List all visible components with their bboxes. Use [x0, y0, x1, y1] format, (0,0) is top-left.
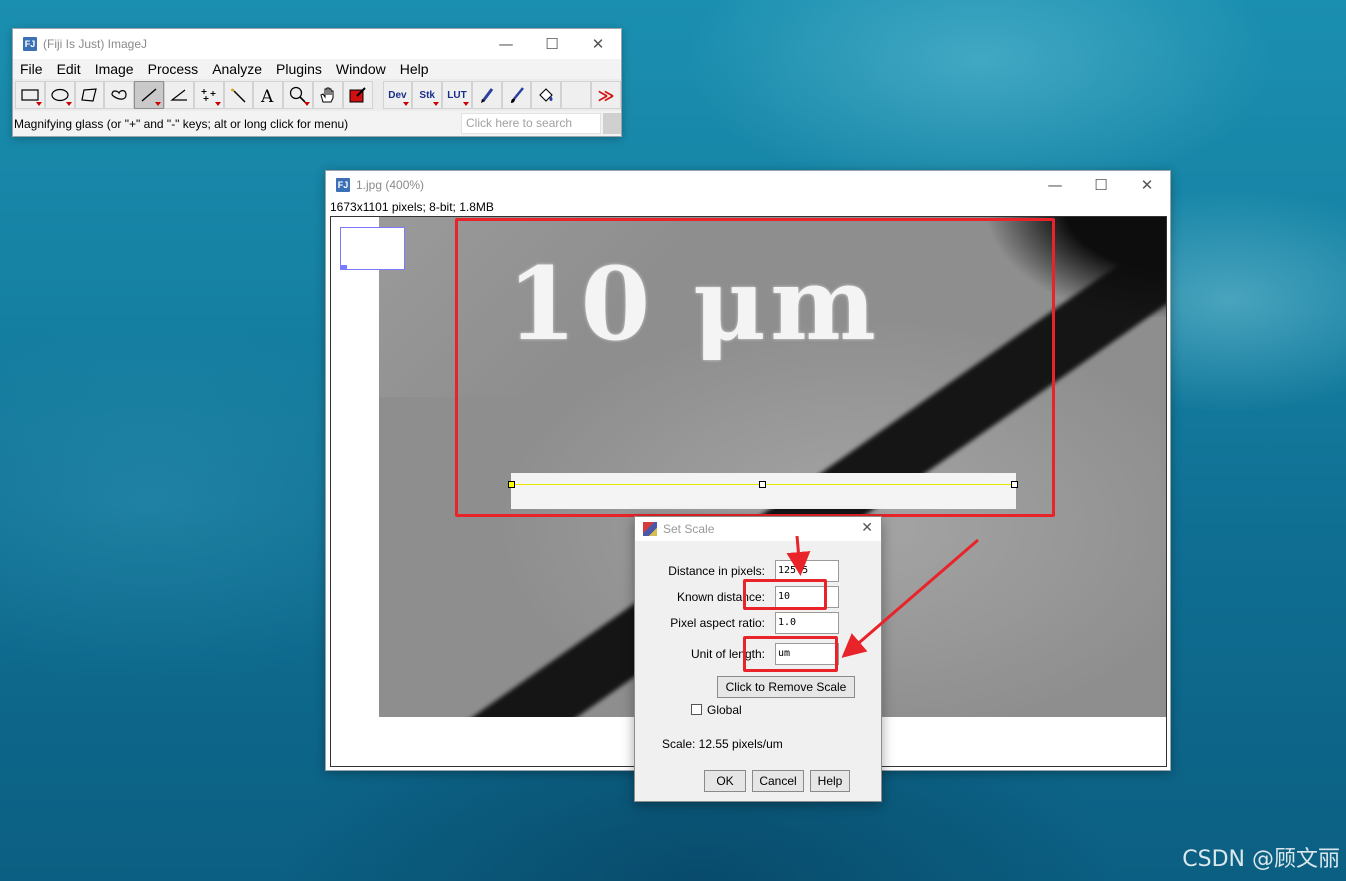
rectangle-icon — [21, 89, 39, 101]
zoom-navigator[interactable] — [340, 227, 405, 270]
image-titlebar[interactable]: FJ 1.jpg (400%) — ☐ ✕ — [326, 171, 1170, 199]
global-checkbox[interactable] — [691, 704, 702, 715]
tool-bar: A Dev Stk LUT ≫ — [13, 79, 621, 111]
line-icon — [141, 88, 157, 102]
dialog-app-icon — [643, 522, 657, 536]
oval-tool-button[interactable] — [44, 81, 75, 109]
double-chevron-icon: ≫ — [597, 85, 615, 105]
search-options-button[interactable] — [603, 113, 621, 134]
svg-text:A: A — [260, 87, 274, 103]
ok-button[interactable]: OK — [704, 770, 746, 792]
point-tool-button[interactable] — [193, 81, 224, 109]
dev-tool-button[interactable]: Dev — [382, 81, 413, 109]
pencil-tool-button[interactable] — [471, 81, 502, 109]
empty-tool-slot — [561, 81, 592, 109]
annotation-box-unit-of-length — [743, 636, 838, 672]
menu-file[interactable]: File — [20, 61, 43, 77]
imagej-main-window: FJ (Fiji Is Just) ImageJ — ☐ ✕ File Edit… — [12, 28, 622, 137]
main-window-title: (Fiji Is Just) ImageJ — [43, 37, 148, 51]
menu-plugins[interactable]: Plugins — [276, 61, 322, 77]
remove-scale-button[interactable]: Click to Remove Scale — [717, 676, 855, 698]
menu-bar: File Edit Image Process Analyze Plugins … — [13, 59, 621, 79]
dialog-title: Set Scale — [663, 522, 715, 536]
fiji-app-icon: FJ — [23, 37, 37, 51]
pixel-aspect-ratio-row: Pixel aspect ratio: 1.0 — [635, 612, 883, 634]
annotation-box-known-distance — [743, 579, 827, 610]
menu-process[interactable]: Process — [148, 61, 199, 77]
oval-icon — [51, 88, 69, 102]
text-tool-button[interactable]: A — [253, 81, 284, 109]
color-picker-icon — [349, 87, 366, 103]
wand-tool-button[interactable] — [223, 81, 254, 109]
magnifying-glass-tool-button[interactable] — [283, 81, 313, 109]
maximize-button[interactable]: ☐ — [529, 29, 575, 59]
stk-tool-button[interactable]: Stk — [412, 81, 443, 109]
main-titlebar[interactable]: FJ (Fiji Is Just) ImageJ — ☐ ✕ — [13, 29, 621, 59]
text-a-icon: A — [260, 87, 274, 103]
angle-tool-button[interactable] — [163, 81, 194, 109]
global-label: Global — [707, 703, 742, 717]
maximize-button[interactable]: ☐ — [1078, 171, 1124, 199]
dev-label: Dev — [388, 89, 407, 101]
menu-edit[interactable]: Edit — [57, 61, 81, 77]
annotation-box-scale-bar — [455, 218, 1055, 517]
close-button[interactable]: ✕ — [575, 29, 621, 59]
image-window-title: 1.jpg (400%) — [356, 178, 425, 192]
rectangle-tool-button[interactable] — [15, 81, 45, 109]
pencil-icon — [480, 88, 493, 103]
scrolling-tool-button[interactable] — [312, 81, 343, 109]
search-input[interactable]: Click here to search — [461, 113, 601, 134]
help-button[interactable]: Help — [810, 770, 850, 792]
csdn-watermark: CSDN @顾文丽 — [1182, 847, 1340, 872]
image-info: 1673x1101 pixels; 8-bit; 1.8MB — [330, 200, 494, 214]
color-picker-tool-button[interactable] — [342, 81, 373, 109]
polygon-tool-button[interactable] — [74, 81, 105, 109]
wand-icon — [231, 88, 246, 103]
freehand-tool-button[interactable] — [104, 81, 135, 109]
fiji-app-icon: FJ — [336, 178, 350, 192]
paint-bucket-icon — [539, 88, 554, 102]
flood-fill-tool-button[interactable] — [531, 81, 562, 109]
close-button[interactable]: ✕ — [1124, 171, 1170, 199]
minimize-button[interactable]: — — [483, 29, 529, 59]
distance-in-pixels-label: Distance in pixels: — [668, 564, 765, 578]
cancel-button[interactable]: Cancel — [752, 770, 804, 792]
scale-readout: Scale: 12.55 pixels/um — [662, 737, 783, 751]
minimize-button[interactable]: — — [1032, 171, 1078, 199]
angle-icon — [170, 89, 187, 101]
hand-icon — [320, 87, 334, 103]
multipoint-icon — [201, 89, 216, 101]
brush-tool-button[interactable] — [501, 81, 532, 109]
dialog-close-button[interactable]: ✕ — [861, 520, 873, 536]
line-tool-button[interactable] — [134, 81, 164, 109]
lut-label: LUT — [447, 89, 467, 101]
pixel-aspect-ratio-field[interactable]: 1.0 — [775, 612, 839, 634]
more-tools-button[interactable]: ≫ — [591, 81, 621, 109]
freehand-icon — [111, 90, 127, 100]
pixel-aspect-ratio-label: Pixel aspect ratio: — [670, 616, 765, 630]
polygon-icon — [81, 88, 98, 102]
menu-image[interactable]: Image — [95, 61, 134, 77]
menu-help[interactable]: Help — [400, 61, 429, 77]
menu-analyze[interactable]: Analyze — [212, 61, 262, 77]
zoom-navigator-indicator — [341, 265, 347, 269]
dialog-titlebar[interactable]: Set Scale ✕ — [635, 517, 881, 541]
brush-icon — [510, 87, 524, 103]
status-bar: Magnifying glass (or "+" and "-" keys; a… — [13, 111, 621, 136]
status-text: Magnifying glass (or "+" and "-" keys; a… — [14, 116, 349, 131]
menu-window[interactable]: Window — [336, 61, 386, 77]
stk-label: Stk — [419, 89, 435, 101]
lut-tool-button[interactable]: LUT — [442, 81, 472, 109]
